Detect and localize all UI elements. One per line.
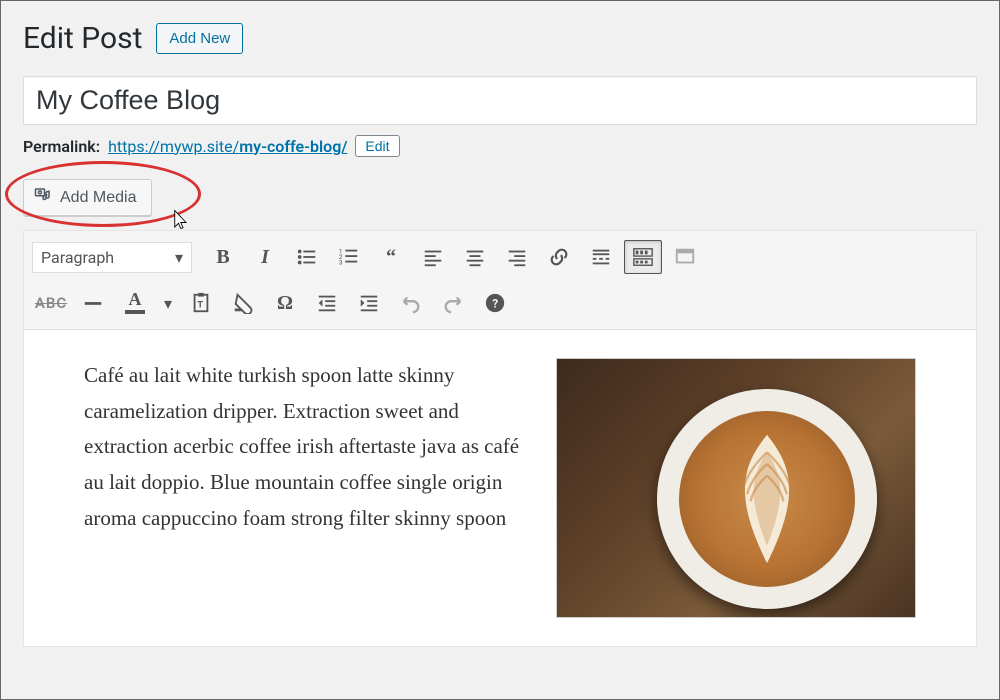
add-new-button[interactable]: Add New [156,23,243,54]
format-value: Paragraph [41,248,114,267]
post-title-input[interactable] [23,76,977,125]
toolbar-toggle-button[interactable] [624,240,662,274]
post-image[interactable] [556,358,916,618]
latte-art-icon [707,429,827,569]
permalink-row: Permalink: https://mywp.site/my-coffe-bl… [23,135,977,157]
permalink-link[interactable]: https://mywp.site/my-coffe-blog/ [108,137,347,156]
svg-text:3: 3 [339,258,343,266]
indent-button[interactable] [350,286,388,320]
align-right-button[interactable] [498,240,536,274]
horizontal-rule-button[interactable] [74,286,112,320]
align-center-button[interactable] [456,240,494,274]
special-character-button[interactable]: Ω [266,286,304,320]
page-title: Edit Post [23,21,142,56]
svg-text:?: ? [492,297,498,311]
camera-music-icon [34,186,52,209]
permalink-slug: my-coffe-blog/ [239,137,347,156]
link-button[interactable] [540,240,578,274]
text-color-dropdown[interactable]: ▾ [158,286,178,320]
help-button[interactable]: ? [476,286,514,320]
blockquote-button[interactable]: “ [372,240,410,274]
permalink-base: https://mywp.site/ [108,137,239,156]
align-left-button[interactable] [414,240,452,274]
distraction-free-button[interactable] [666,240,704,274]
add-media-label: Add Media [60,189,137,207]
add-media-button[interactable]: Add Media [23,179,152,216]
undo-button[interactable] [392,286,430,320]
permalink-label: Permalink: [23,137,100,156]
post-body-text[interactable]: Café au lait white turkish spoon latte s… [84,358,526,618]
strikethrough-button[interactable]: ABC [32,286,70,320]
bullet-list-button[interactable] [288,240,326,274]
clear-formatting-button[interactable] [224,286,262,320]
redo-button[interactable] [434,286,472,320]
read-more-button[interactable] [582,240,620,274]
permalink-edit-button[interactable]: Edit [355,135,399,157]
editor-toolbar: Paragraph ▾ B I 123 “ [24,231,976,330]
italic-button[interactable]: I [246,240,284,274]
chevron-down-icon: ▾ [175,248,183,267]
numbered-list-button[interactable]: 123 [330,240,368,274]
chevron-down-icon: ▾ [164,294,172,313]
bold-button[interactable]: B [204,240,242,274]
format-dropdown[interactable]: Paragraph ▾ [32,242,192,273]
editor-box: Paragraph ▾ B I 123 “ [23,230,977,647]
editor-content[interactable]: Café au lait white turkish spoon latte s… [24,330,976,646]
outdent-button[interactable] [308,286,346,320]
text-color-button[interactable]: A [116,286,154,320]
paste-text-button[interactable]: T [182,286,220,320]
svg-text:T: T [197,301,203,311]
